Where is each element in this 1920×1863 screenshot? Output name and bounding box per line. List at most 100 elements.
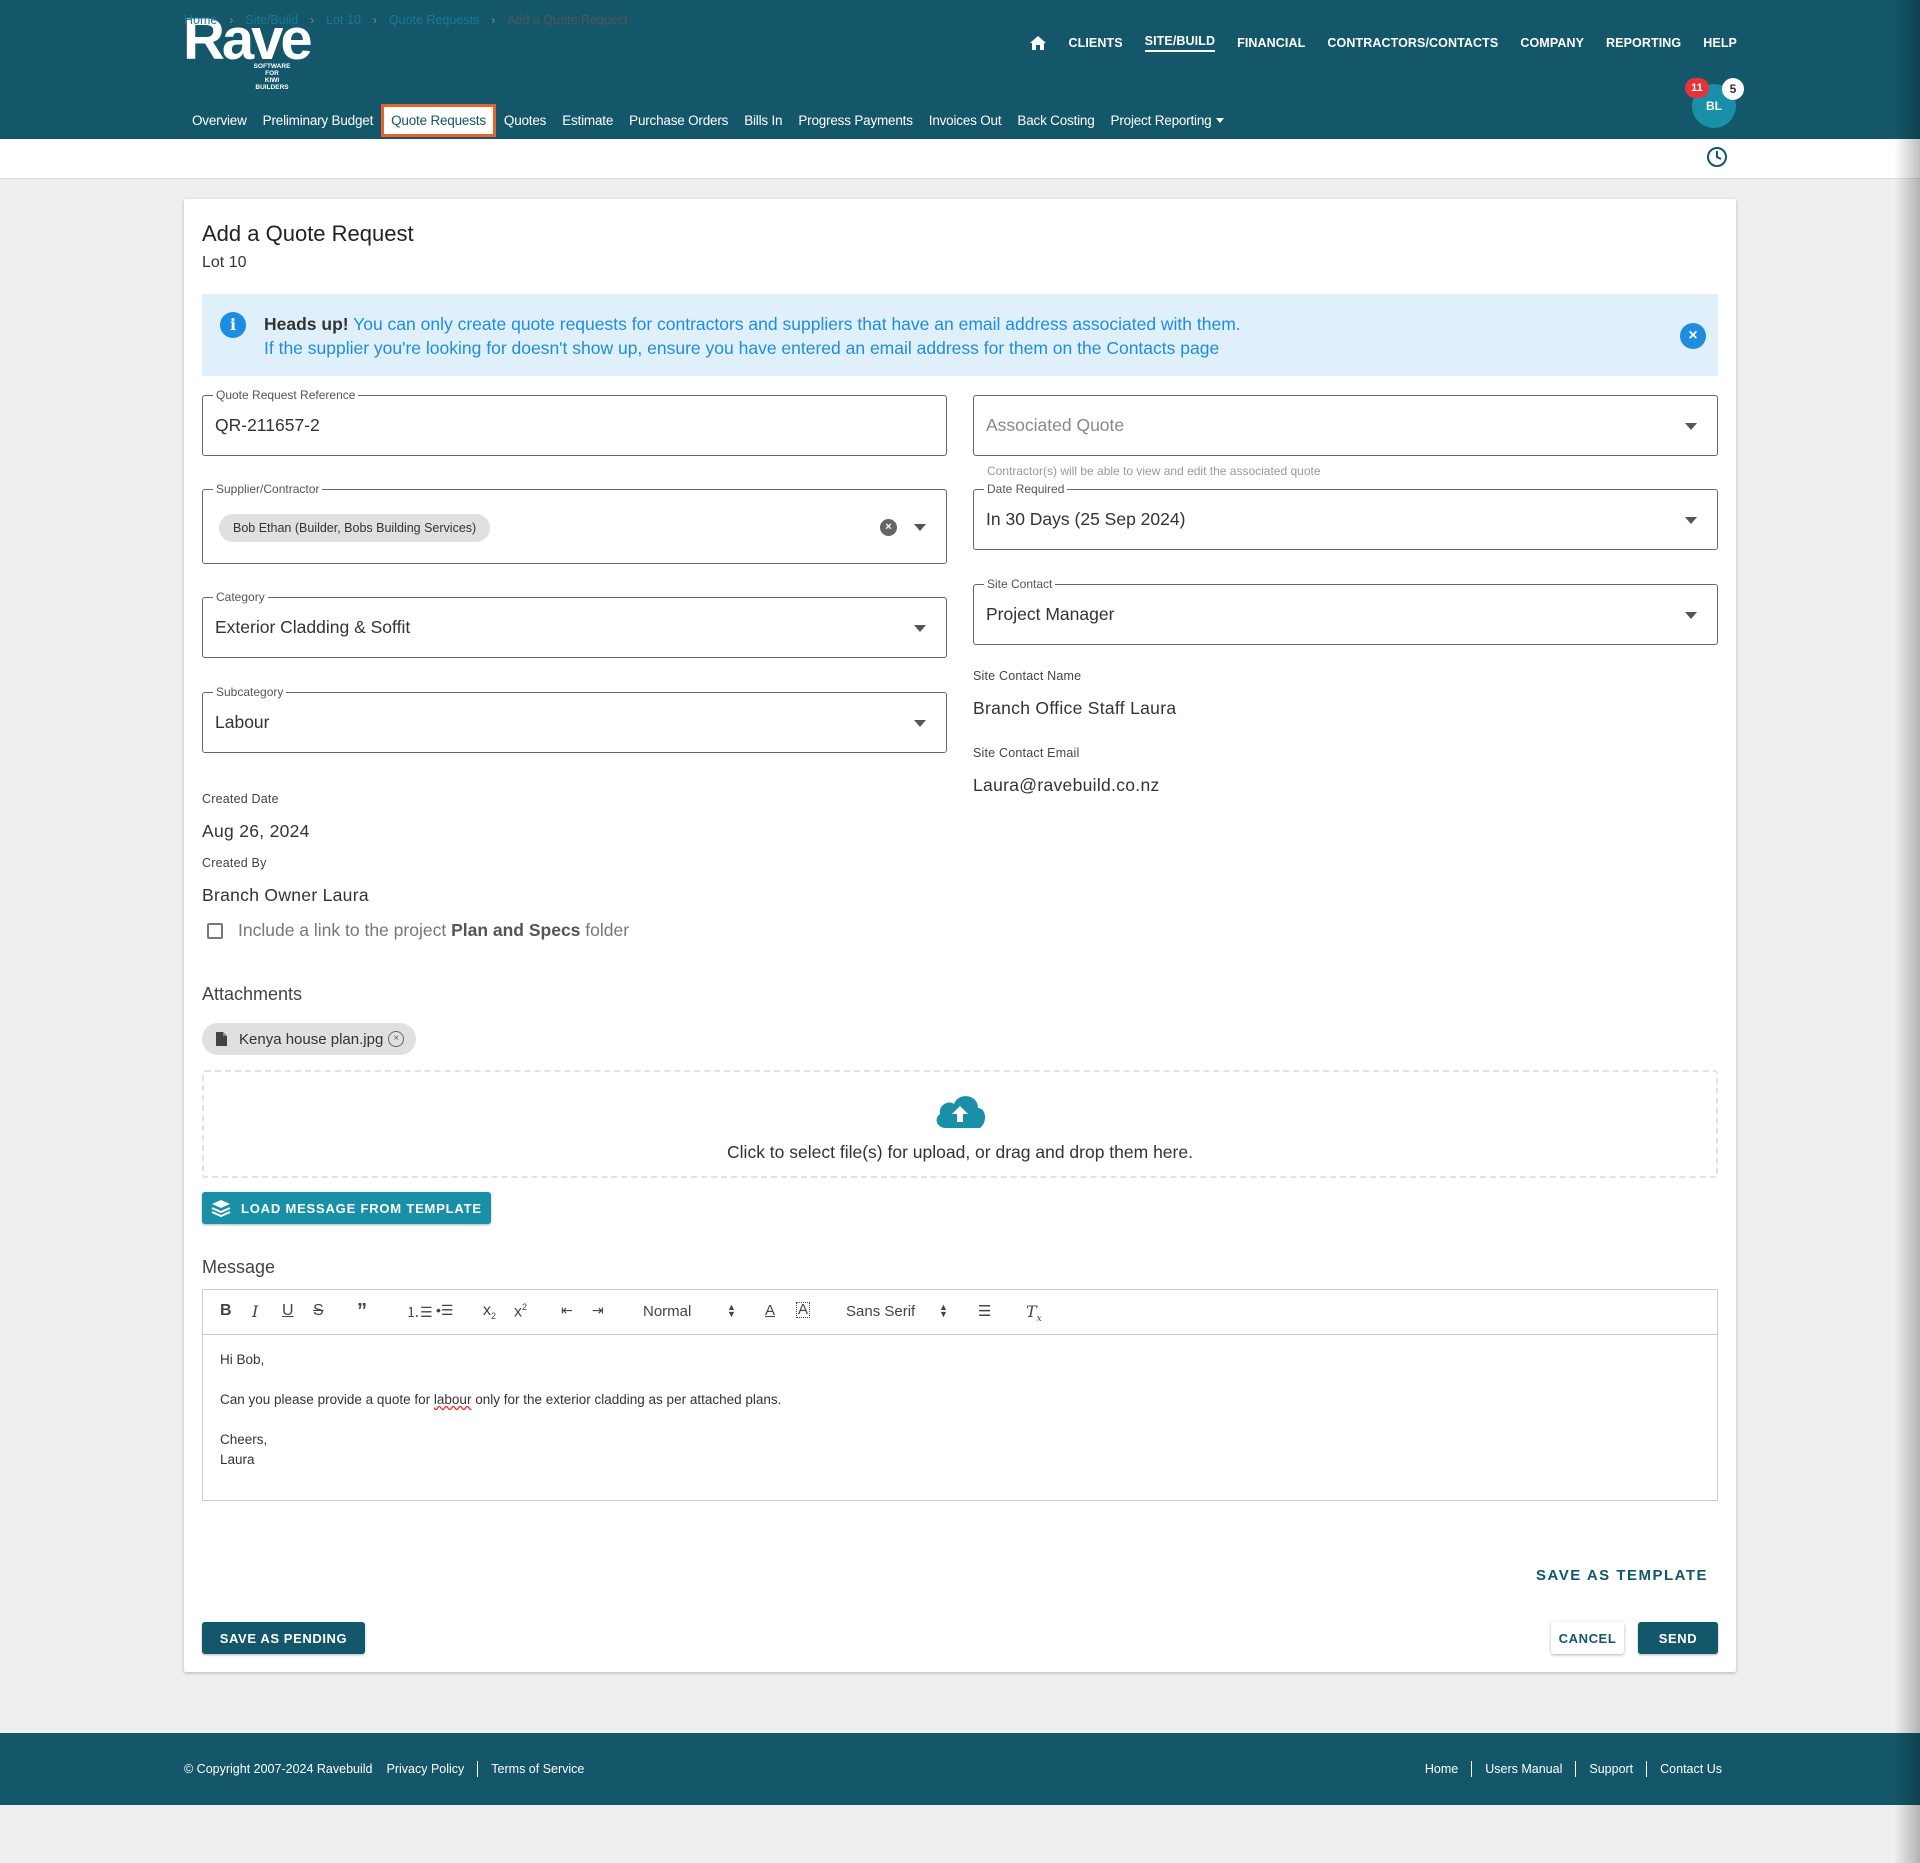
footer-home-link[interactable]: Home — [1425, 1762, 1458, 1776]
select-arrows-icon: ▲ ▼ — [727, 1302, 736, 1319]
privacy-policy-link[interactable]: Privacy Policy — [387, 1762, 465, 1776]
created-by-label: Created By — [202, 856, 267, 870]
page-title: Add a Quote Request — [202, 221, 414, 246]
footer-divider — [1646, 1761, 1648, 1777]
outdent-icon[interactable]: ⇤ — [561, 1302, 573, 1319]
breadcrumb-lot[interactable]: Lot 10 — [326, 13, 361, 27]
save-as-template-button[interactable]: SAVE AS TEMPLATE — [1536, 1567, 1708, 1584]
tab-project-reporting[interactable]: Project Reporting — [1103, 105, 1233, 136]
dropdown-arrow-icon — [1685, 422, 1697, 430]
dropdown-arrow-icon — [914, 719, 926, 727]
breadcrumb-quote-requests[interactable]: Quote Requests — [389, 13, 479, 27]
supplier-contractor-select[interactable]: Supplier/Contractor Bob Ethan (Builder, … — [202, 482, 947, 564]
footer-left: © Copyright 2007-2024 Ravebuild Privacy … — [184, 1761, 584, 1777]
plan-specs-link-checkbox[interactable] — [207, 923, 223, 939]
clear-format-icon[interactable]: Tx — [1026, 1302, 1042, 1324]
cancel-button[interactable]: CANCEL — [1551, 1622, 1624, 1654]
tab-quotes[interactable]: Quotes — [496, 105, 554, 136]
ordered-list-icon[interactable]: ⒈☰ — [406, 1302, 433, 1322]
save-as-pending-button[interactable]: SAVE AS PENDING — [202, 1622, 365, 1654]
tab-progress-payments[interactable]: Progress Payments — [790, 105, 920, 136]
home-icon[interactable] — [1030, 36, 1047, 50]
alert-message: Heads up! You can only create quote requ… — [264, 314, 1241, 358]
breadcrumb-home[interactable]: Home — [184, 13, 217, 27]
chevron-right-icon: › — [310, 13, 315, 27]
site-contact-email-label: Site Contact Email — [973, 746, 1080, 760]
nav-company[interactable]: COMPANY — [1520, 36, 1584, 50]
breadcrumb-current: Add a Quote Request — [507, 13, 628, 27]
subcategory-select[interactable]: Subcategory Labour — [202, 685, 947, 753]
created-by-value: Branch Owner Laura — [202, 885, 369, 905]
support-link[interactable]: Support — [1589, 1762, 1633, 1776]
alert-close-button[interactable]: × — [1680, 323, 1706, 349]
contact-us-link[interactable]: Contact Us — [1660, 1762, 1722, 1776]
align-icon[interactable]: ☰ — [978, 1302, 991, 1320]
notification-badge[interactable]: 11 — [1685, 78, 1709, 98]
chevron-down-icon — [1216, 118, 1225, 124]
underline-icon[interactable]: U — [282, 1302, 294, 1320]
nav-reporting[interactable]: REPORTING — [1606, 36, 1681, 50]
cloud-upload-icon — [936, 1096, 986, 1128]
footer-right: Home Users Manual Support Contact Us — [1425, 1761, 1722, 1777]
site-contact-name-label: Site Contact Name — [973, 669, 1082, 683]
footer-divider — [477, 1761, 479, 1777]
supplier-chip: Bob Ethan (Builder, Bobs Building Servic… — [219, 514, 491, 542]
file-icon — [216, 1032, 227, 1046]
italic-icon[interactable]: I — [252, 1302, 258, 1321]
nav-financial[interactable]: FINANCIAL — [1237, 36, 1305, 50]
editor-toolbar: B I U S ” ⒈☰ •☰ x2 x2 ⇤ ⇥ Normal ▲ ▼ A A … — [203, 1290, 1717, 1335]
superscript-icon[interactable]: x2 — [514, 1302, 527, 1321]
bullet-list-icon[interactable]: •☰ — [436, 1302, 453, 1319]
breadcrumb-bar — [0, 139, 1920, 179]
nav-clients[interactable]: CLIENTS — [1068, 36, 1122, 50]
terms-link[interactable]: Terms of Service — [491, 1762, 584, 1776]
chevron-right-icon: › — [491, 13, 496, 27]
font-size-select[interactable]: Normal — [643, 1303, 691, 1320]
tab-quote-requests[interactable]: Quote Requests — [381, 103, 496, 137]
tab-purchase-orders[interactable]: Purchase Orders — [621, 105, 736, 136]
text-color-icon[interactable]: A — [765, 1302, 775, 1319]
reference-value: QR-211657-2 — [215, 415, 320, 435]
tab-back-costing[interactable]: Back Costing — [1009, 105, 1102, 136]
info-icon: i — [220, 312, 246, 338]
associated-quote-helper: Contractor(s) will be able to view and e… — [987, 464, 1321, 478]
nav-site-build[interactable]: SITE/BUILD — [1144, 34, 1216, 52]
font-family-select[interactable]: Sans Serif — [846, 1303, 915, 1320]
date-required-select[interactable]: Date Required In 30 Days (25 Sep 2024) — [973, 482, 1718, 550]
nav-help[interactable]: HELP — [1703, 36, 1737, 50]
tab-estimate[interactable]: Estimate — [554, 105, 621, 136]
reference-field[interactable]: Quote Request Reference QR-211657-2 — [202, 388, 947, 456]
history-clock-icon[interactable] — [1706, 146, 1728, 168]
indent-icon[interactable]: ⇥ — [592, 1302, 604, 1319]
load-template-button[interactable]: LOAD MESSAGE FROM TEMPLATE — [202, 1192, 491, 1224]
top-nav: CLIENTS SITE/BUILD FINANCIAL CONTRACTORS… — [1030, 34, 1737, 52]
message-editor[interactable]: B I U S ” ⒈☰ •☰ x2 x2 ⇤ ⇥ Normal ▲ ▼ A A … — [202, 1289, 1718, 1501]
users-manual-link[interactable]: Users Manual — [1485, 1762, 1562, 1776]
project-subnav: Overview Preliminary Budget Quote Reques… — [184, 102, 1232, 138]
tab-invoices-out[interactable]: Invoices Out — [921, 105, 1010, 136]
chevron-right-icon: › — [372, 13, 377, 27]
strikethrough-icon[interactable]: S — [313, 1302, 324, 1320]
footer-divider — [1575, 1761, 1577, 1777]
site-contact-select[interactable]: Site Contact Project Manager — [973, 577, 1718, 645]
subscript-icon[interactable]: x2 — [483, 1302, 496, 1321]
editor-content[interactable]: Hi Bob, Can you please provide a quote f… — [220, 1350, 781, 1470]
clear-icon[interactable]: × — [880, 519, 897, 536]
window-edge-shadow — [1894, 0, 1920, 1863]
nav-contractors-contacts[interactable]: CONTRACTORS/CONTACTS — [1327, 36, 1498, 50]
background-color-icon[interactable]: A — [796, 1302, 811, 1318]
associated-quote-select[interactable]: Associated Quote — [973, 395, 1718, 456]
tab-preliminary-budget[interactable]: Preliminary Budget — [255, 105, 381, 136]
bold-icon[interactable]: B — [220, 1302, 232, 1320]
blockquote-icon[interactable]: ” — [357, 1300, 367, 1323]
category-select[interactable]: Category Exterior Cladding & Soffit — [202, 590, 947, 658]
tab-bills-in[interactable]: Bills In — [736, 105, 790, 136]
send-button[interactable]: SEND — [1638, 1622, 1718, 1654]
plan-specs-link-label[interactable]: Include a link to the project Plan and S… — [238, 920, 629, 941]
breadcrumb-site-build[interactable]: Site/Build — [245, 13, 298, 27]
remove-attachment-icon[interactable]: × — [388, 1031, 405, 1047]
tab-overview[interactable]: Overview — [184, 105, 255, 136]
select-arrows-icon: ▲ ▼ — [939, 1302, 948, 1319]
message-badge[interactable]: 5 — [1722, 78, 1744, 100]
dropdown-arrow-icon — [914, 523, 926, 531]
